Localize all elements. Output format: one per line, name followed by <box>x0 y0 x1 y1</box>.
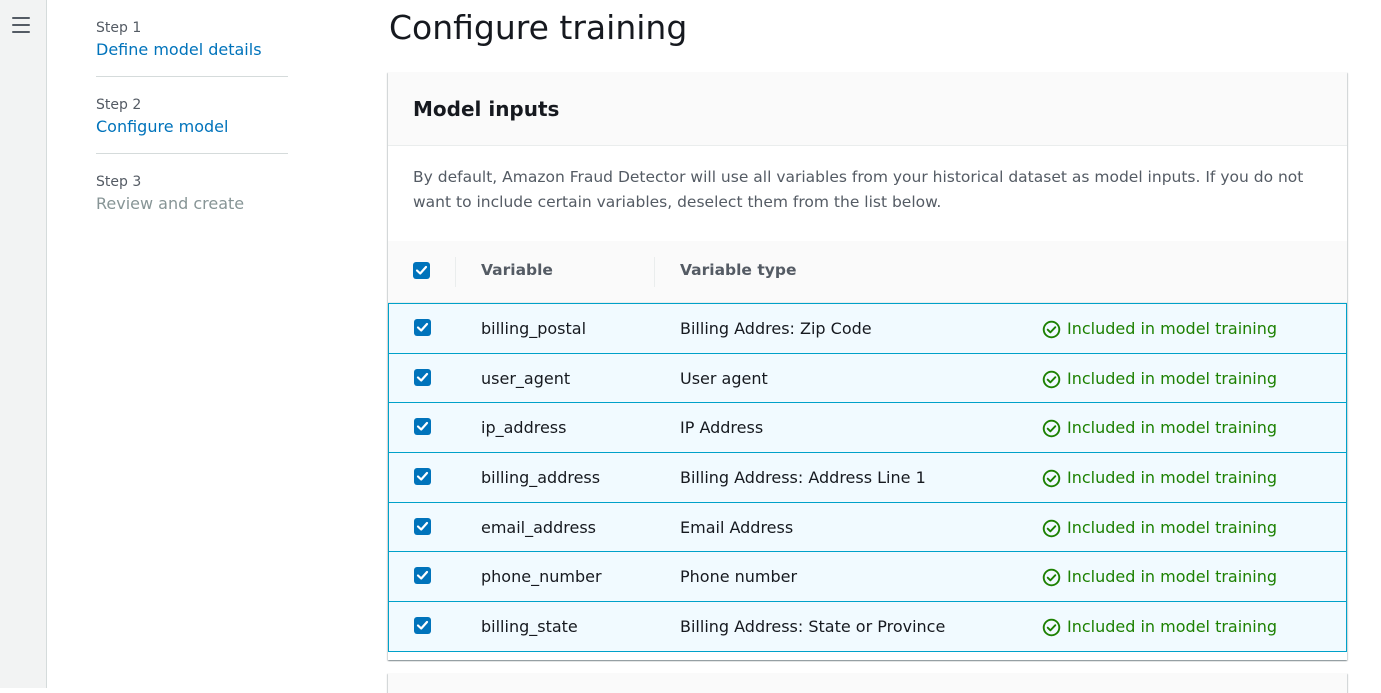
table-header: Variable Variable type <box>388 241 1347 303</box>
row-checkbox[interactable] <box>414 418 431 436</box>
step-label-review-and-create: Review and create <box>96 194 245 213</box>
checkmark-icon <box>416 621 429 630</box>
wizard-step-3: Step 3 Review and create <box>96 172 288 230</box>
table-row[interactable]: billing_address Billing Address: Address … <box>388 452 1347 503</box>
variable-name: email_address <box>481 517 596 537</box>
check-circle-icon <box>1042 618 1061 637</box>
page-title: Configure training <box>389 8 688 47</box>
variable-type: Phone number <box>680 567 798 587</box>
checkmark-icon <box>416 521 429 531</box>
checkmark-icon <box>416 571 429 581</box>
panel-header: Model inputs <box>388 72 1347 146</box>
status-text: Included in model training <box>1067 617 1278 637</box>
variable-type: Billing Address: Address Line 1 <box>680 468 926 488</box>
row-checkbox[interactable] <box>414 368 431 386</box>
check-circle-icon <box>1042 569 1061 587</box>
variable-name: user_agent <box>481 368 571 388</box>
table-row[interactable]: email_address Email Address Included in mo… <box>388 501 1347 553</box>
table-body: billing_postal Billing Addres: Zip Code In… <box>388 303 1347 652</box>
status-text: Included in model training <box>1067 319 1278 338</box>
column-divider <box>654 257 655 287</box>
select-all-checkbox[interactable] <box>413 262 430 279</box>
status-text: Included in model training <box>1067 517 1278 537</box>
status-text: Included in model training <box>1067 368 1278 388</box>
wizard-step-2: Step 2 Configure model <box>96 95 288 154</box>
variable-type: Billing Addres: Zip Code <box>680 319 872 338</box>
variable-type: IP Address <box>680 418 764 438</box>
panel-description: By default, Amazon Fraud Detector will u… <box>413 168 1304 211</box>
table-row[interactable]: user_agent User agent Included in model tr… <box>388 352 1347 404</box>
status-text: Included in model training <box>1067 468 1278 488</box>
model-inputs-panel: Model inputs By default, Amazon Fraud De… <box>388 72 1347 660</box>
variable-name: billing_postal <box>481 319 587 338</box>
step-number: Step 3 <box>96 174 142 190</box>
check-circle-icon <box>1042 320 1061 339</box>
variable-name: ip_address <box>481 418 567 438</box>
status-text: Included in model training <box>1067 418 1278 438</box>
checkmark-icon <box>416 322 429 332</box>
variable-name: billing_address <box>481 468 601 488</box>
step-link-configure-model[interactable]: Configure model <box>96 115 288 139</box>
variable-name: phone_number <box>481 567 602 587</box>
column-header-variable[interactable]: Variable <box>481 260 553 280</box>
table-row[interactable]: ip_address IP Address Included in model tr… <box>388 402 1347 454</box>
checkmark-icon <box>415 265 428 275</box>
variable-type: User agent <box>680 368 768 388</box>
row-checkbox[interactable] <box>414 517 431 535</box>
check-circle-icon <box>1042 519 1061 537</box>
checkmark-icon <box>416 372 429 382</box>
row-checkbox[interactable] <box>414 617 431 635</box>
panel-title: Model inputs <box>413 97 560 121</box>
checkmark-icon <box>416 471 429 481</box>
variable-name: billing_state <box>481 617 578 637</box>
table-row[interactable]: phone_number Phone number Included in mode… <box>388 551 1347 603</box>
hamburger-icon[interactable] <box>12 17 30 33</box>
column-header-variable-type[interactable]: Variable type <box>680 260 796 280</box>
step-number: Step 2 <box>96 97 142 113</box>
check-circle-icon <box>1042 420 1061 438</box>
variable-type: Billing Address: State or Province <box>680 617 946 637</box>
wizard-steps: Step 1 Define model details Step 2 Confi… <box>96 18 288 248</box>
table-row[interactable]: billing_postal Billing Addres: Zip Code In… <box>388 303 1347 354</box>
row-checkbox[interactable] <box>414 319 431 336</box>
wizard-step-1: Step 1 Define model details <box>96 18 288 77</box>
table-row[interactable]: billing_state Billing Address: State or P… <box>388 601 1347 652</box>
row-checkbox[interactable] <box>414 468 431 486</box>
side-rail <box>0 0 47 688</box>
variable-type: Email Address <box>680 517 794 537</box>
status-text: Included in model training <box>1067 567 1278 587</box>
step-number: Step 1 <box>96 20 142 36</box>
check-circle-icon <box>1042 370 1061 388</box>
step-link-define-model-details[interactable]: Define model details <box>96 38 288 62</box>
checkmark-icon <box>416 422 429 431</box>
row-checkbox[interactable] <box>414 567 431 585</box>
next-panel <box>388 673 1347 693</box>
check-circle-icon <box>1042 469 1061 488</box>
column-divider <box>455 257 456 287</box>
